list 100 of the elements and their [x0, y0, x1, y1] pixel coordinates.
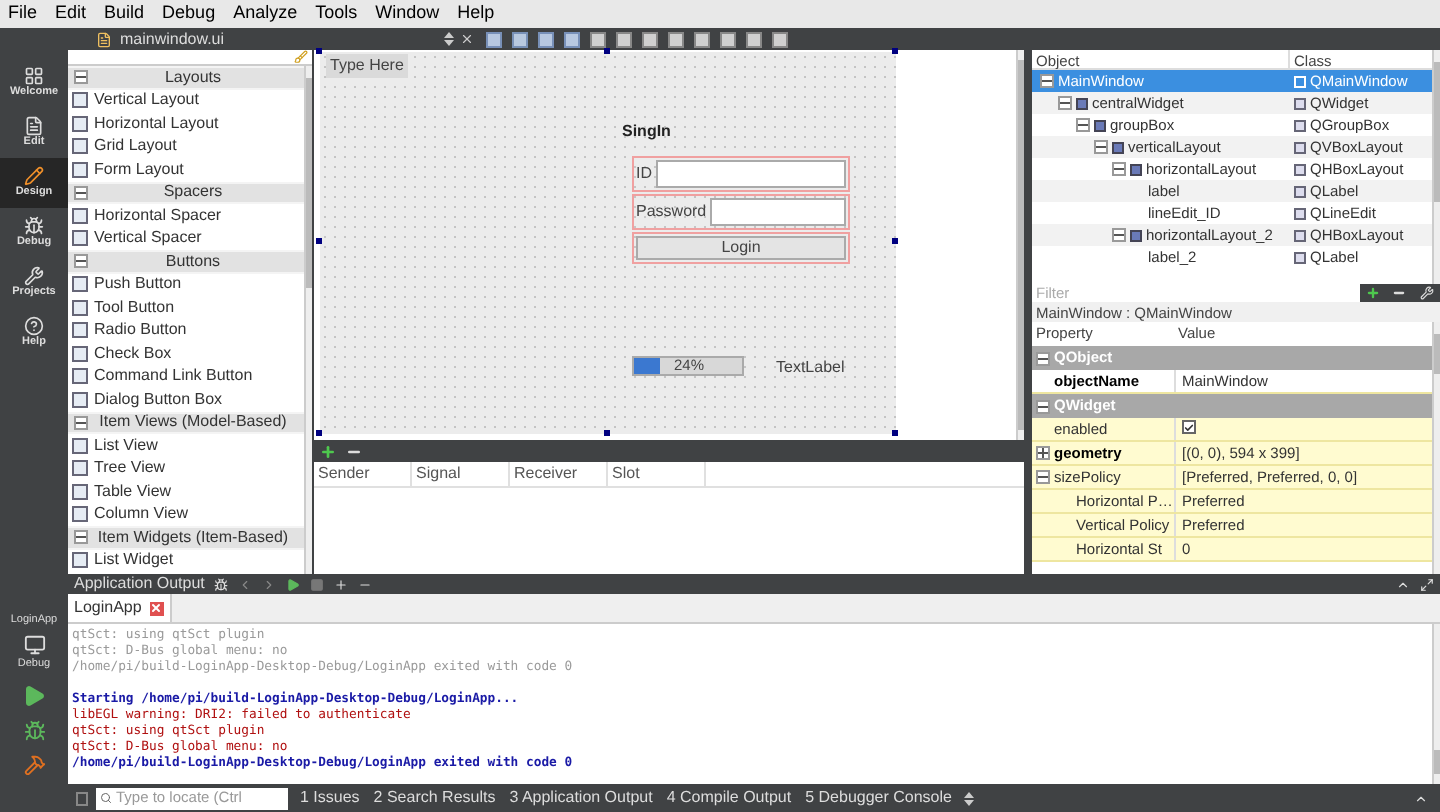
collapse-icon[interactable]	[1040, 74, 1054, 88]
collapse-icon[interactable]	[1076, 118, 1090, 132]
close-tab-icon[interactable]	[149, 601, 164, 615]
file-name[interactable]: mainwindow.ui	[120, 27, 225, 51]
login-button[interactable]: Login	[636, 236, 846, 260]
output-tab[interactable]: LoginApp	[68, 594, 172, 622]
collapse-icon[interactable]	[1112, 228, 1126, 242]
widget-item[interactable]: List Widget	[68, 549, 304, 572]
collapse-pane-icon[interactable]	[1396, 577, 1410, 591]
field-label: ID	[636, 162, 652, 186]
menu-item[interactable]: Help	[457, 0, 495, 28]
section-header[interactable]: Item Views (Model-Based)	[68, 411, 304, 434]
menu-item[interactable]: Tools	[315, 0, 358, 28]
resize-handle[interactable]	[892, 430, 898, 436]
resize-handle[interactable]	[316, 48, 322, 54]
column-header[interactable]: Slot	[608, 462, 706, 486]
scrollbar[interactable]	[1016, 50, 1024, 440]
widget-item[interactable]: Command Link Button	[68, 365, 304, 388]
collapse-icon[interactable]	[1036, 351, 1050, 365]
resize-handle[interactable]	[316, 430, 322, 436]
expand-icon[interactable]	[1036, 446, 1050, 460]
section-title: Buttons	[163, 249, 223, 274]
widget-item[interactable]: List View	[68, 434, 304, 457]
widget-item[interactable]: Table View	[68, 480, 304, 503]
resize-handle[interactable]	[892, 48, 898, 54]
widget-item[interactable]: Horizontal Layout	[68, 112, 304, 135]
input-field[interactable]	[656, 160, 846, 188]
column-header[interactable]: Signal	[412, 462, 510, 486]
previous-icon[interactable]	[238, 577, 253, 591]
resize-handle[interactable]	[316, 238, 322, 244]
mode-icon	[24, 166, 44, 187]
widget-item[interactable]: Push Button	[68, 273, 304, 296]
output-pane-button[interactable]: 4 Compile Output	[666, 786, 792, 810]
section-header[interactable]: Buttons	[68, 250, 304, 273]
sidebar-toggle-icon[interactable]	[76, 791, 88, 805]
remove-property-icon[interactable]	[1392, 286, 1407, 300]
scrollbar[interactable]	[1432, 624, 1440, 784]
resize-handle[interactable]	[604, 430, 610, 436]
build-icon[interactable]	[23, 754, 45, 776]
checkbox[interactable]	[1182, 420, 1196, 435]
widget-item[interactable]: Grid Layout	[68, 135, 304, 158]
menu-item[interactable]: File	[8, 0, 38, 28]
collapse-icon[interactable]	[1036, 399, 1050, 413]
collapse-icon[interactable]	[74, 70, 88, 85]
menu-item[interactable]: Build	[104, 0, 145, 28]
sort-icon[interactable]	[963, 791, 974, 805]
expand-pane-icon[interactable]	[1414, 791, 1428, 805]
widget-item[interactable]: Tool Button	[68, 296, 304, 319]
widget-item[interactable]: Vertical Layout	[68, 89, 304, 112]
widget-item[interactable]: Radio Button	[68, 319, 304, 342]
collapse-icon[interactable]	[74, 185, 88, 200]
configure-icon[interactable]	[1419, 286, 1434, 300]
next-icon[interactable]	[262, 577, 277, 591]
collapse-icon[interactable]	[74, 415, 88, 430]
menu-item[interactable]: Analyze	[233, 0, 298, 28]
scrollbar[interactable]	[304, 66, 312, 574]
widget-item[interactable]: Check Box	[68, 342, 304, 365]
menu-item[interactable]: Window	[375, 0, 440, 28]
run-icon[interactable]	[286, 577, 301, 591]
widget-item[interactable]: Tree View	[68, 457, 304, 480]
add-icon[interactable]	[320, 443, 336, 459]
run-icon[interactable]	[22, 684, 46, 708]
attach-icon[interactable]	[214, 577, 229, 591]
zoom-in-icon[interactable]	[334, 577, 349, 591]
collapse-icon[interactable]	[1036, 470, 1050, 484]
input-field[interactable]	[710, 198, 846, 226]
resize-handle[interactable]	[892, 238, 898, 244]
group-box-title: SingIn	[622, 120, 671, 144]
widget-item[interactable]: Form Layout	[68, 158, 304, 181]
output-pane-button[interactable]: 3 Application Output	[509, 786, 653, 810]
widget-item[interactable]: Column View	[68, 503, 304, 526]
menu-item[interactable]: Edit	[55, 0, 87, 28]
menu-placeholder[interactable]: Type Here	[326, 54, 408, 78]
close-icon[interactable]	[460, 32, 475, 46]
collapse-icon[interactable]	[1112, 162, 1126, 176]
collapse-icon[interactable]	[1094, 140, 1108, 154]
widget-item[interactable]: Horizontal Spacer	[68, 204, 304, 227]
section-header[interactable]: Layouts	[68, 66, 304, 89]
collapse-icon[interactable]	[74, 254, 88, 269]
mode-icon	[24, 266, 44, 287]
menu-item[interactable]: Debug	[162, 0, 216, 28]
collapse-icon[interactable]	[74, 530, 88, 545]
scrollbar[interactable]	[1432, 50, 1440, 284]
output-pane-button[interactable]: 1 Issues	[300, 786, 360, 810]
column-header[interactable]: Sender	[314, 462, 412, 486]
sort-icon[interactable]	[444, 32, 455, 46]
add-property-icon[interactable]	[1366, 286, 1381, 300]
section-title: Item Views (Model-Based)	[97, 410, 289, 435]
section-header[interactable]: Item Widgets (Item-Based)	[68, 526, 304, 549]
section-header[interactable]: Spacers	[68, 181, 304, 204]
collapse-icon[interactable]	[1058, 96, 1072, 110]
column-header[interactable]: Receiver	[510, 462, 608, 486]
widget-item[interactable]: Dialog Button Box	[68, 388, 304, 411]
scrollbar[interactable]	[1432, 322, 1440, 574]
output-pane-button[interactable]: 2 Search Results	[373, 786, 496, 810]
maximize-icon[interactable]	[1420, 577, 1434, 591]
widget-item[interactable]: Vertical Spacer	[68, 227, 304, 250]
output-pane-button[interactable]: 5 Debugger Console	[805, 786, 952, 810]
resize-handle[interactable]	[604, 48, 610, 54]
debug-run-icon[interactable]	[23, 720, 45, 742]
